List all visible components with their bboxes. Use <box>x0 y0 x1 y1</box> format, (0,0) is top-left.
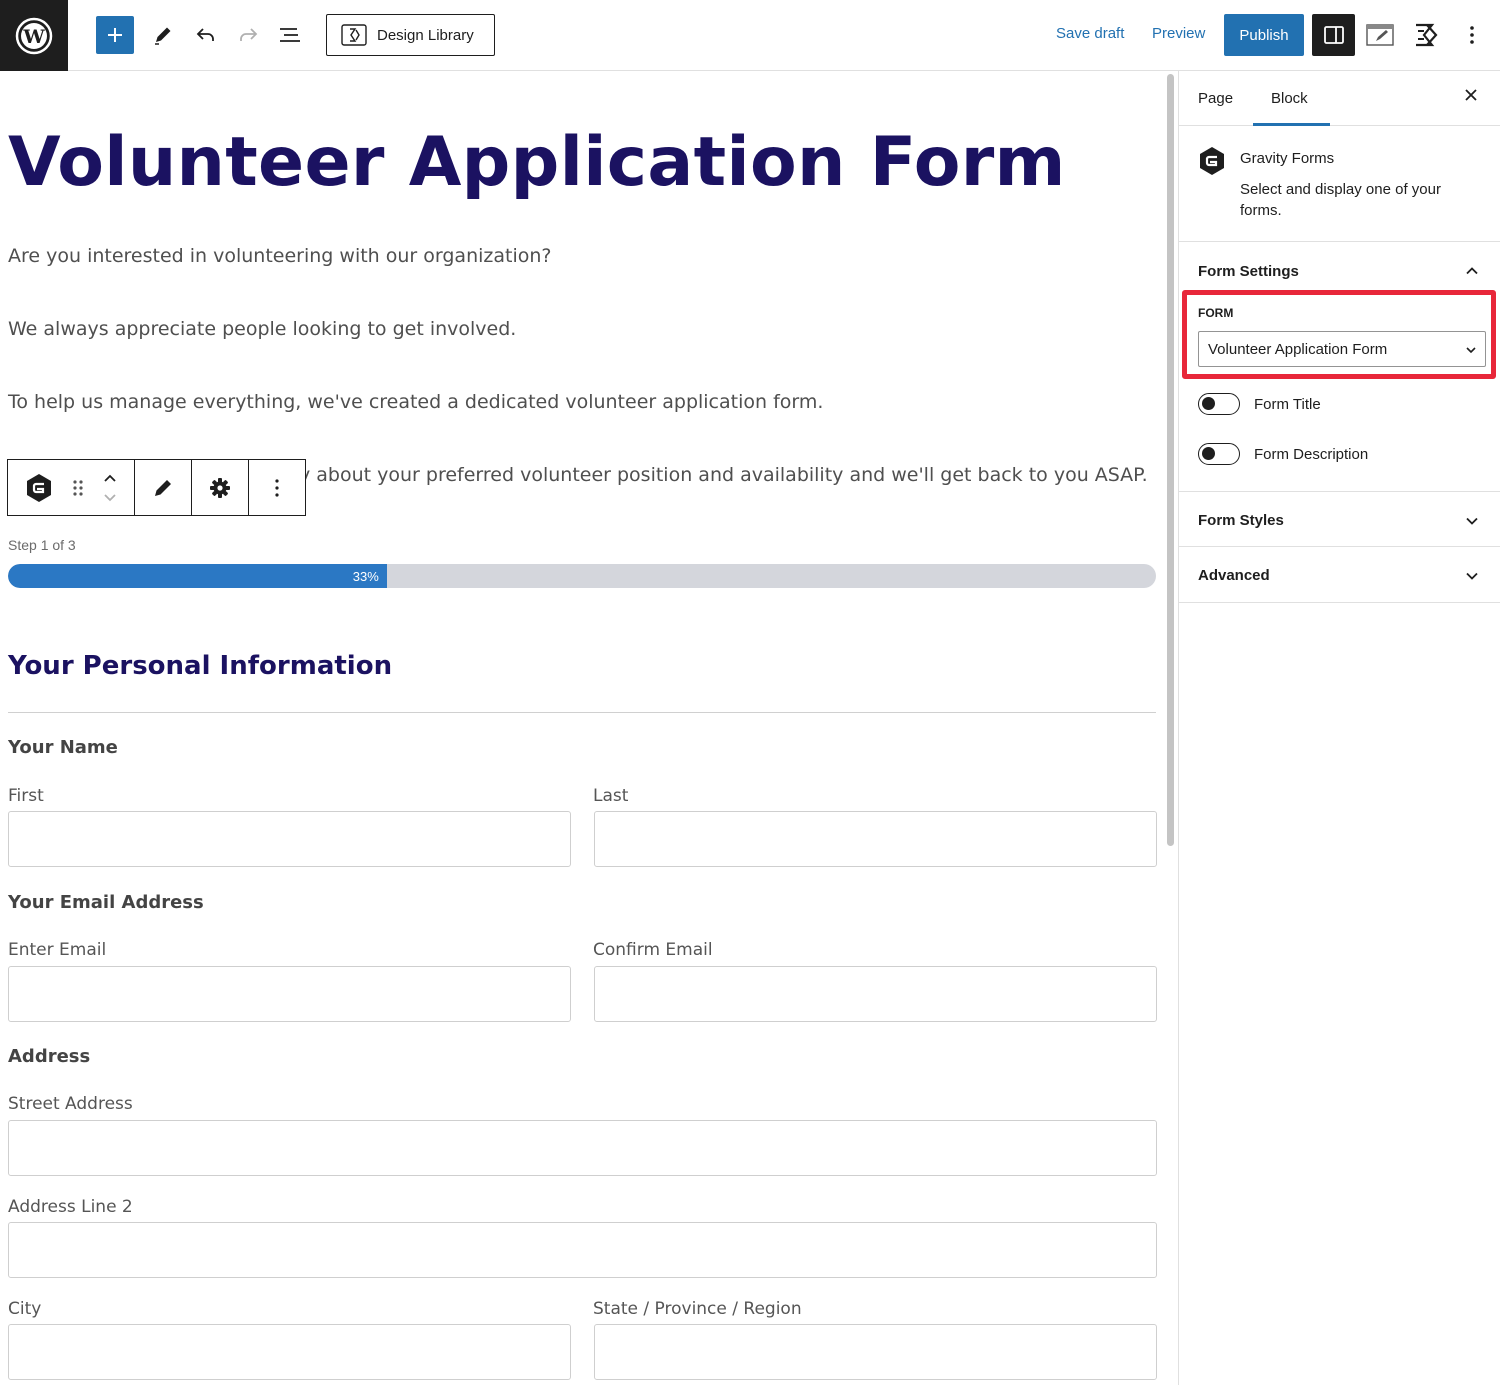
tab-block[interactable]: Block <box>1271 90 1308 107</box>
canvas-scrollbar[interactable] <box>1164 71 1178 1385</box>
save-draft-button[interactable]: Save draft <box>1056 25 1124 42</box>
form-select-label: FORM <box>1198 306 1234 320</box>
list-view-icon <box>280 28 300 42</box>
form-select-value: Volunteer Application Form <box>1208 341 1388 358</box>
first-name-input[interactable] <box>8 811 571 867</box>
form-title-toggle[interactable] <box>1198 393 1240 415</box>
settings-sidebar: Page Block Gravity Forms Select and disp… <box>1179 71 1500 1385</box>
wordpress-logo-button[interactable]: W <box>0 0 68 71</box>
section-title: Your Personal Information <box>8 651 393 681</box>
block-type-group <box>8 460 135 515</box>
form-title-toggle-label: Form Title <box>1254 396 1321 413</box>
edit-page-icon <box>1366 24 1394 46</box>
design-library-button[interactable]: Design Library <box>326 14 495 56</box>
pencil-icon <box>155 479 171 496</box>
paragraph-manage[interactable]: To help us manage everything, we've crea… <box>8 391 823 413</box>
svg-text:W: W <box>22 26 45 48</box>
block-description: Select and display one of your forms. <box>1240 181 1441 219</box>
wordpress-icon: W <box>15 17 53 54</box>
street-address-input[interactable] <box>8 1120 1157 1176</box>
publish-button[interactable]: Publish <box>1224 14 1304 56</box>
editor-style-button[interactable] <box>1361 16 1399 54</box>
address-group-label: Address <box>8 1046 91 1067</box>
advanced-panel-toggle[interactable]: Advanced <box>1198 567 1270 584</box>
kadence-button[interactable] <box>1407 16 1445 54</box>
preview-button[interactable]: Preview <box>1152 25 1205 42</box>
kadence-icon <box>1416 23 1438 47</box>
chevron-up-icon[interactable] <box>1465 264 1479 278</box>
last-name-label: Last <box>593 786 629 806</box>
undo-button[interactable] <box>187 16 225 54</box>
city-label: City <box>8 1299 42 1319</box>
undo-icon <box>196 28 214 41</box>
move-up-down-icon[interactable] <box>102 471 118 505</box>
editor-top-bar: W Design Library Save draft Preview Publ… <box>0 0 1500 71</box>
block-options-button[interactable] <box>249 460 305 515</box>
block-name: Gravity Forms <box>1240 150 1335 167</box>
form-select[interactable]: Volunteer Application Form <box>1198 331 1486 367</box>
close-icon <box>1465 89 1477 101</box>
more-vertical-icon <box>1470 26 1474 44</box>
email-group-label: Your Email Address <box>8 892 204 913</box>
close-sidebar-button[interactable] <box>1464 88 1478 107</box>
address-line-2-label: Address Line 2 <box>8 1197 133 1217</box>
form-settings-button[interactable] <box>192 460 249 515</box>
block-card: Gravity Forms Select and display one of … <box>1179 126 1500 242</box>
tab-page[interactable]: Page <box>1198 90 1233 107</box>
redo-button[interactable] <box>229 16 267 54</box>
redo-icon <box>240 28 258 41</box>
panel-separator <box>1179 546 1500 547</box>
paragraph-appreciate[interactable]: We always appreciate people looking to g… <box>8 318 516 340</box>
design-library-label: Design Library <box>377 26 474 44</box>
city-input[interactable] <box>8 1324 571 1380</box>
email-input[interactable] <box>8 966 571 1022</box>
section-divider <box>8 712 1156 713</box>
last-name-input[interactable] <box>594 811 1157 867</box>
options-button[interactable] <box>1453 16 1491 54</box>
add-block-button[interactable] <box>96 16 134 54</box>
name-group-label: Your Name <box>8 737 118 758</box>
step-indicator: Step 1 of 3 <box>8 537 76 553</box>
sidebar-tabs: Page Block <box>1179 71 1500 126</box>
state-input[interactable] <box>594 1324 1157 1380</box>
document-overview-button[interactable] <box>271 16 309 54</box>
first-name-label: First <box>8 786 44 806</box>
pencil-icon <box>155 27 171 45</box>
progress-label: 33% <box>352 568 379 584</box>
confirm-email-input[interactable] <box>594 966 1157 1022</box>
chevron-down-icon[interactable] <box>1465 569 1479 583</box>
panel-separator <box>1179 602 1500 603</box>
form-description-toggle[interactable] <box>1198 443 1240 465</box>
paragraph-preferred[interactable]: y about your preferred volunteer positio… <box>299 464 1148 486</box>
chevron-down-icon <box>1466 347 1476 354</box>
progress-fill: 33% <box>8 564 387 588</box>
state-label: State / Province / Region <box>593 1299 802 1319</box>
confirm-email-label: Confirm Email <box>593 940 713 960</box>
paragraph-intro[interactable]: Are you interested in volunteering with … <box>8 245 552 267</box>
panel-separator <box>1179 491 1500 492</box>
form-description-toggle-label: Form Description <box>1254 446 1369 463</box>
block-toolbar <box>7 459 306 516</box>
gravity-forms-icon[interactable] <box>24 473 54 503</box>
address-line-2-input[interactable] <box>8 1222 1157 1278</box>
form-settings-panel-toggle[interactable]: Form Settings <box>1198 263 1299 280</box>
gear-icon <box>210 477 230 498</box>
settings-toggle-button[interactable] <box>1312 14 1355 56</box>
street-address-label: Street Address <box>8 1094 133 1114</box>
drag-handle-icon[interactable] <box>71 478 85 498</box>
enter-email-label: Enter Email <box>8 940 107 960</box>
editor-canvas[interactable]: Volunteer Application Form Are you inter… <box>0 71 1164 1385</box>
chevron-down-icon[interactable] <box>1465 514 1479 528</box>
more-vertical-icon <box>275 478 279 497</box>
form-styles-panel-toggle[interactable]: Form Styles <box>1198 512 1284 529</box>
tools-button[interactable] <box>144 16 182 54</box>
plus-icon <box>108 28 122 42</box>
page-title[interactable]: Volunteer Application Form <box>8 123 1066 202</box>
kadence-library-icon <box>341 24 367 46</box>
edit-form-button[interactable] <box>135 460 192 515</box>
progress-bar: 33% <box>8 564 1156 588</box>
gravity-forms-icon <box>1200 147 1224 175</box>
sidebar-panel-icon <box>1323 26 1344 44</box>
scrollbar-thumb[interactable] <box>1167 74 1174 846</box>
